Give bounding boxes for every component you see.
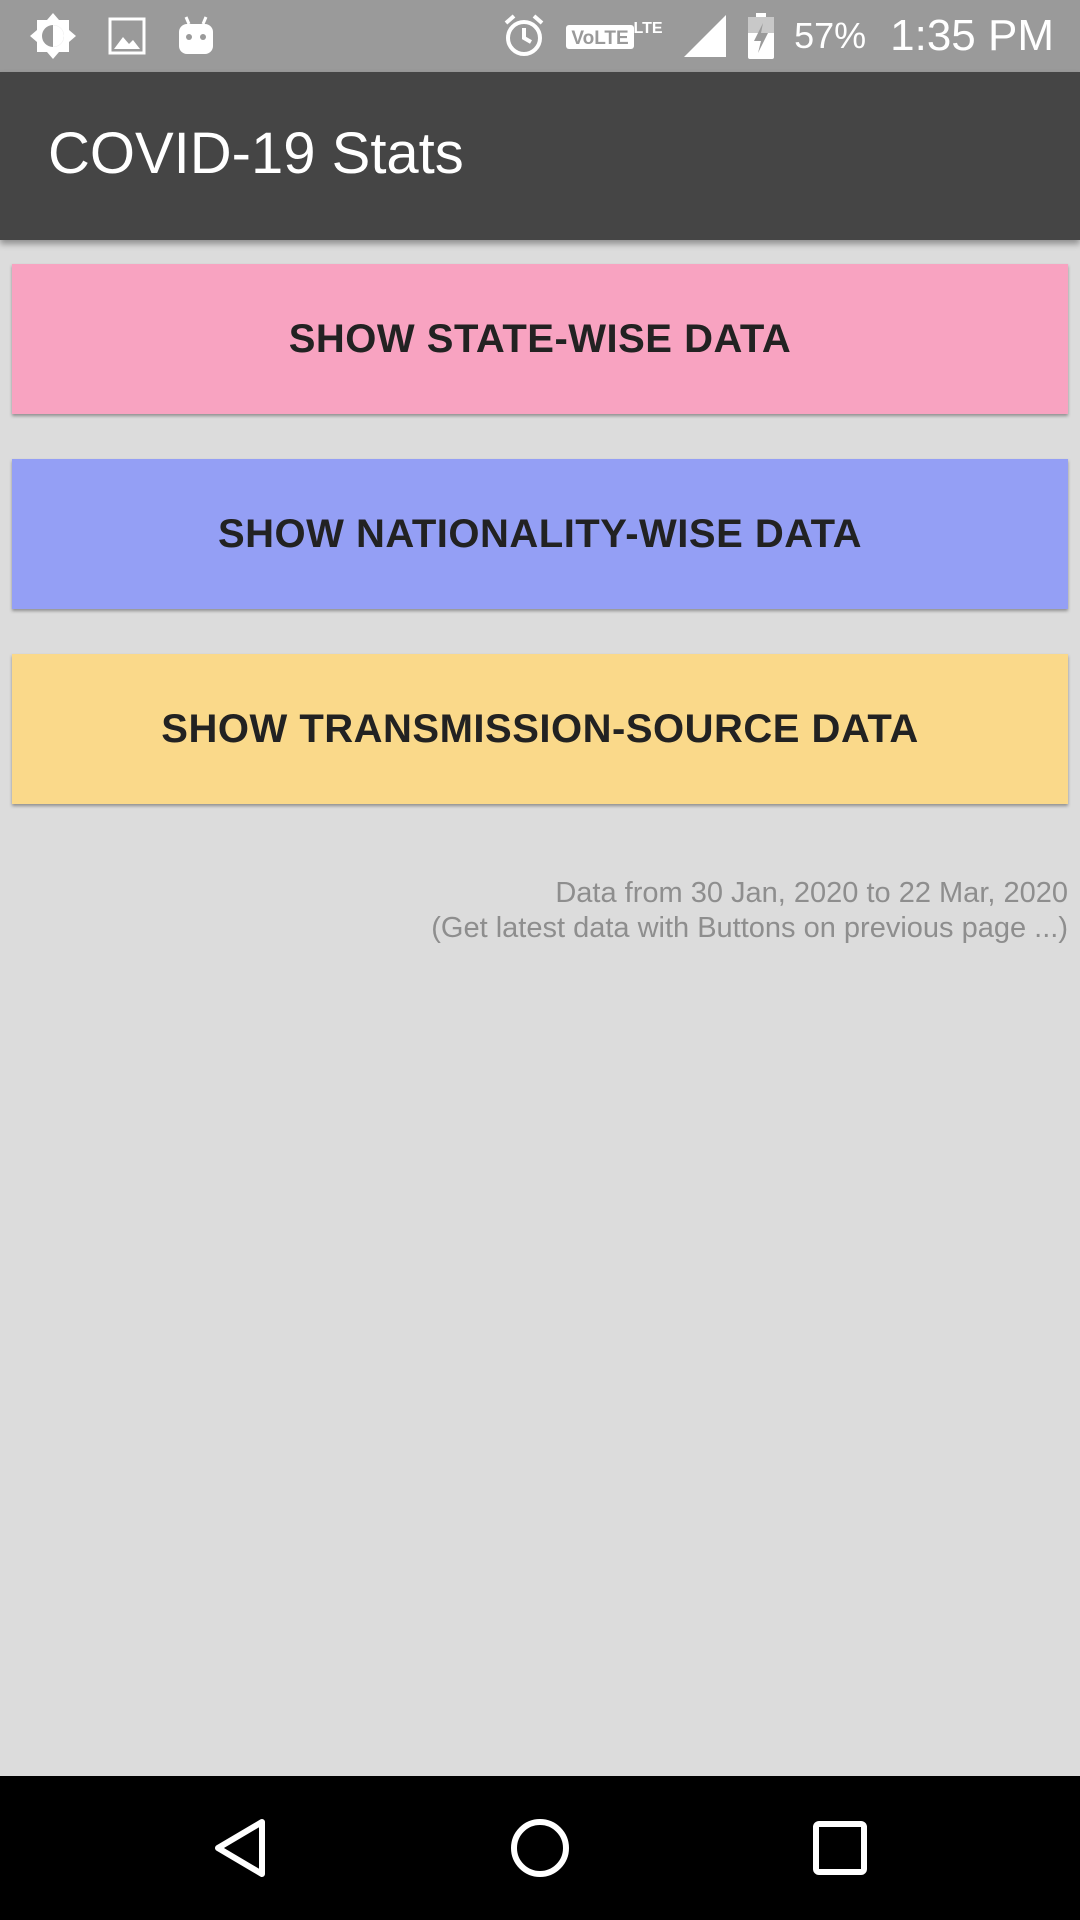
app-bar: COVID-19 Stats	[0, 72, 1080, 240]
data-range-text: Data from 30 Jan, 2020 to 22 Mar, 2020	[555, 877, 1068, 909]
svg-text:VoLTE: VoLTE	[571, 28, 628, 49]
status-bar: VoLTE LTE 57% 1:35 PM	[0, 0, 1080, 72]
status-bar-left	[28, 0, 216, 72]
navigation-bar	[0, 1776, 1080, 1920]
android-icon	[179, 16, 213, 54]
home-icon	[511, 1819, 569, 1877]
main-content: SHOW STATE-WISE DATA SHOW NATIONALITY-WI…	[0, 240, 1080, 1776]
app-title: COVID-19 Stats	[48, 121, 464, 186]
image-icon	[108, 17, 146, 55]
update-hint-text: (Get latest data with Buttons on previou…	[431, 912, 1068, 944]
data-range-note: Data from 30 Jan, 2020 to 22 Mar, 2020 (…	[431, 876, 1068, 946]
svg-text:LTE: LTE	[634, 20, 663, 37]
show-nationality-wise-data-button[interactable]: SHOW NATIONALITY-WISE DATA	[12, 459, 1068, 609]
volte-icon: VoLTE LTE	[566, 20, 663, 49]
back-button[interactable]	[190, 1798, 290, 1898]
battery-percent: 57%	[794, 15, 867, 56]
back-icon	[215, 1819, 265, 1877]
clock-time: 1:35 PM	[890, 11, 1054, 60]
recents-button[interactable]	[790, 1798, 890, 1898]
recents-icon	[813, 1821, 867, 1875]
alarm-icon	[504, 14, 544, 56]
battery-charging-icon	[748, 13, 775, 59]
signal-icon	[684, 15, 727, 57]
show-state-wise-data-button[interactable]: SHOW STATE-WISE DATA	[12, 264, 1068, 414]
home-button[interactable]	[490, 1798, 590, 1898]
status-bar-right: VoLTE LTE 57% 1:35 PM	[502, 0, 1054, 72]
brightness-icon	[30, 13, 76, 59]
show-transmission-source-data-button[interactable]: SHOW TRANSMISSION-SOURCE DATA	[12, 654, 1068, 804]
